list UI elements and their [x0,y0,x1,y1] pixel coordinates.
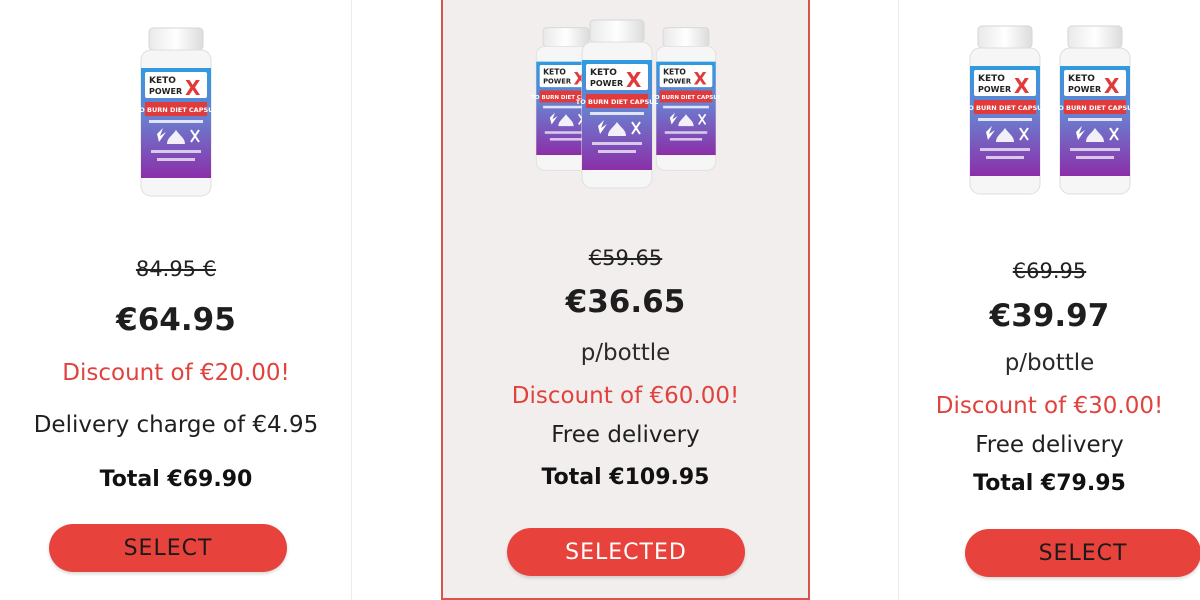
svg-text:KETO: KETO [543,67,566,76]
select-button[interactable]: SELECT [49,524,287,572]
svg-text:KETO: KETO [590,68,617,78]
svg-text:KETO: KETO [663,67,686,76]
svg-text:POWER: POWER [978,85,1011,94]
offer-card-1-bottle[interactable]: KETOPOWERX KETO BURN DIET CAPSULES 84.95 … [0,0,352,600]
total-price: Total €79.95 [973,471,1126,496]
old-price: 84.95 € [135,257,217,281]
per-bottle-label: p/bottle [1004,350,1095,376]
delivery-text: Free delivery [975,432,1124,458]
bottle-icon: KETOPOWERX KETO BURN DIET CAPSULES [964,24,1046,196]
svg-text:POWER: POWER [543,78,572,86]
total-price: Total €69.90 [99,467,253,492]
svg-text:POWER: POWER [1068,85,1101,94]
product-image-3: KETOPOWERXKETO BURN DIET CAPSULES KETOPO… [443,12,808,190]
svg-text:X: X [1014,74,1030,98]
price: €64.95 [116,302,236,338]
discount-text: Discount of €30.00! [935,393,1164,419]
svg-text:KETO BURN DIET CAPSULES: KETO BURN DIET CAPSULES [1054,104,1136,112]
bottle-icon: KETO POWERX KETO BURN DIET CAPSULES [651,26,721,172]
product-image-1: KETOPOWERX KETO BURN DIET CAPSULES [0,18,352,198]
per-bottle-label: p/bottle [580,340,671,366]
price: €39.97 [989,298,1110,334]
svg-text:KETO: KETO [1068,74,1095,84]
bottle-icon: KETOPOWERX KETO BURN DIET CAPSULES [1054,24,1136,196]
product-image-2: KETOPOWERXKETO BURN DIET CAPSULES KETOPO… [899,22,1200,196]
svg-text:POWER: POWER [149,87,182,96]
svg-text:X: X [1104,74,1120,98]
svg-text:POWER: POWER [663,78,692,86]
discount-text: Discount of €20.00! [62,360,290,386]
selected-button[interactable]: SELECTED [507,528,745,576]
svg-text:KETO BURN DIET CAPSULES: KETO BURN DIET CAPSULES [135,106,217,114]
old-price: €59.65 [588,246,663,270]
offer-card-2-bottles[interactable]: KETOPOWERXKETO BURN DIET CAPSULES KETOPO… [898,0,1200,600]
svg-text:X: X [693,70,706,90]
discount-text: Discount of €60.00! [511,383,740,409]
svg-text:KETO BURN DIET CAPSULES: KETO BURN DIET CAPSULES [576,98,658,106]
price: €36.65 [565,284,686,320]
delivery-text: Delivery charge of €4.95 [33,412,319,438]
total-price: Total €109.95 [541,465,710,490]
svg-text:X: X [185,76,201,100]
svg-text:KETO BURN DIET CAPSULES: KETO BURN DIET CAPSULES [651,95,721,101]
svg-text:POWER: POWER [590,79,623,88]
offer-card-3-bottles[interactable]: KETOPOWERXKETO BURN DIET CAPSULES KETOPO… [441,0,810,600]
svg-text:KETO: KETO [978,74,1005,84]
delivery-text: Free delivery [551,422,700,448]
bottle-icon: KETOPOWERX KETO BURN DIET CAPSULES [576,18,658,190]
svg-text:KETO BURN DIET CAPSULES: KETO BURN DIET CAPSULES [964,104,1046,112]
bottle-icon: KETOPOWERX KETO BURN DIET CAPSULES [135,26,217,198]
old-price: €69.95 [1012,259,1087,283]
svg-text:X: X [626,68,642,92]
svg-text:KETO: KETO [149,76,176,86]
select-button[interactable]: SELECT [965,529,1200,577]
